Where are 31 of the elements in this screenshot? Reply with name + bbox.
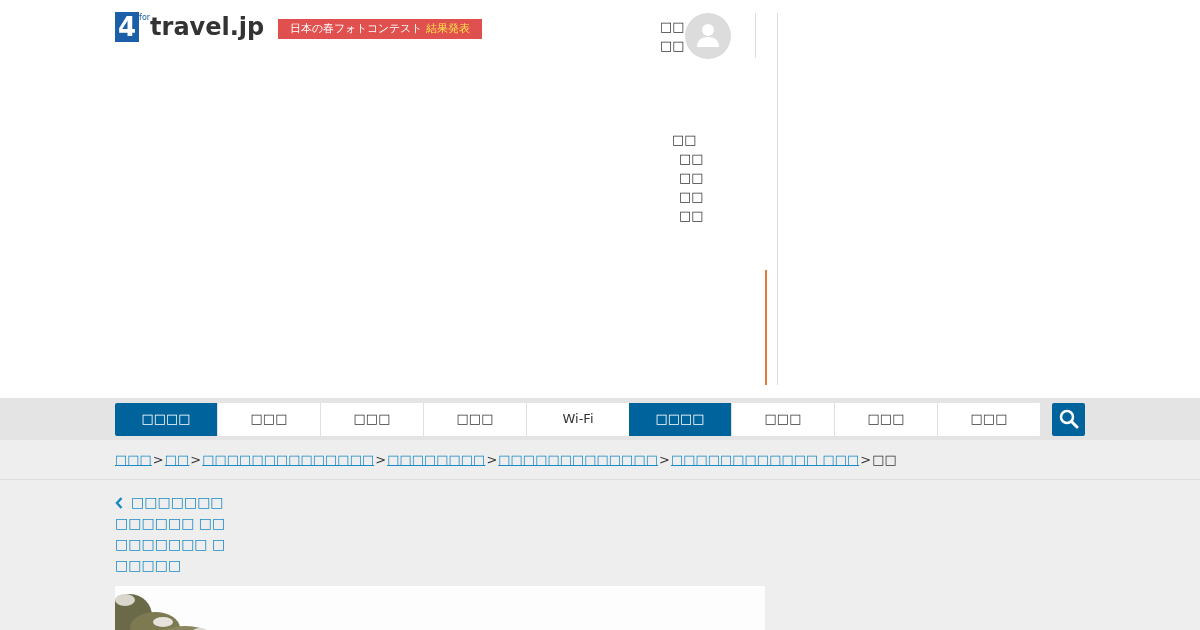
menu-item[interactable]: □□ xyxy=(679,168,704,187)
back-link[interactable]: □□□□□□□ xyxy=(115,492,1200,513)
chevron-left-icon xyxy=(115,496,123,509)
breadcrumb-link[interactable]: □□□□□□□□□□□□□□ xyxy=(202,449,375,470)
breadcrumb-link[interactable]: □□□□□□□□□□□□□ xyxy=(498,449,658,470)
account-link[interactable]: □□ xyxy=(660,17,685,36)
menu-item[interactable]: □□ xyxy=(679,206,704,225)
breadcrumb-separator: > xyxy=(658,450,671,469)
title-link[interactable]: □□□□□□ □□ xyxy=(115,513,1200,534)
account-link[interactable]: □□ xyxy=(660,36,685,55)
breadcrumb-separator: > xyxy=(859,450,873,469)
breadcrumb-separator: > xyxy=(485,450,499,469)
banner[interactable]: 日本の春フォトコンテスト 結果発表 xyxy=(278,19,483,39)
search-icon xyxy=(1058,409,1079,429)
breadcrumb-link[interactable]: □□□ xyxy=(115,449,152,470)
menu-heading: □□ xyxy=(672,131,698,149)
breadcrumb-link[interactable]: □□□□□□□□ xyxy=(387,449,486,470)
breadcrumb-link[interactable]: □□ xyxy=(164,449,190,470)
title-link[interactable]: □□□□□□□ □ xyxy=(115,534,1200,555)
breadcrumb-separator: > xyxy=(189,450,203,469)
title-link[interactable]: □□□□□ xyxy=(115,555,1200,576)
menu-item[interactable]: □□ xyxy=(679,187,704,206)
breadcrumb-link[interactable]: □□□□□□□□□□□□ □□□ xyxy=(670,449,860,470)
nav-tab[interactable]: □□□□ xyxy=(629,402,731,436)
breadcrumb-separator: > xyxy=(374,450,388,469)
nav-tab[interactable]: □□□ xyxy=(937,402,1040,436)
menu-item[interactable]: □□ xyxy=(679,149,704,168)
breadcrumb-separator: > xyxy=(151,450,165,469)
search-button[interactable] xyxy=(1052,402,1085,436)
nav-tab[interactable]: □□□□ xyxy=(115,402,217,436)
breadcrumb-current: □□ xyxy=(872,450,897,469)
